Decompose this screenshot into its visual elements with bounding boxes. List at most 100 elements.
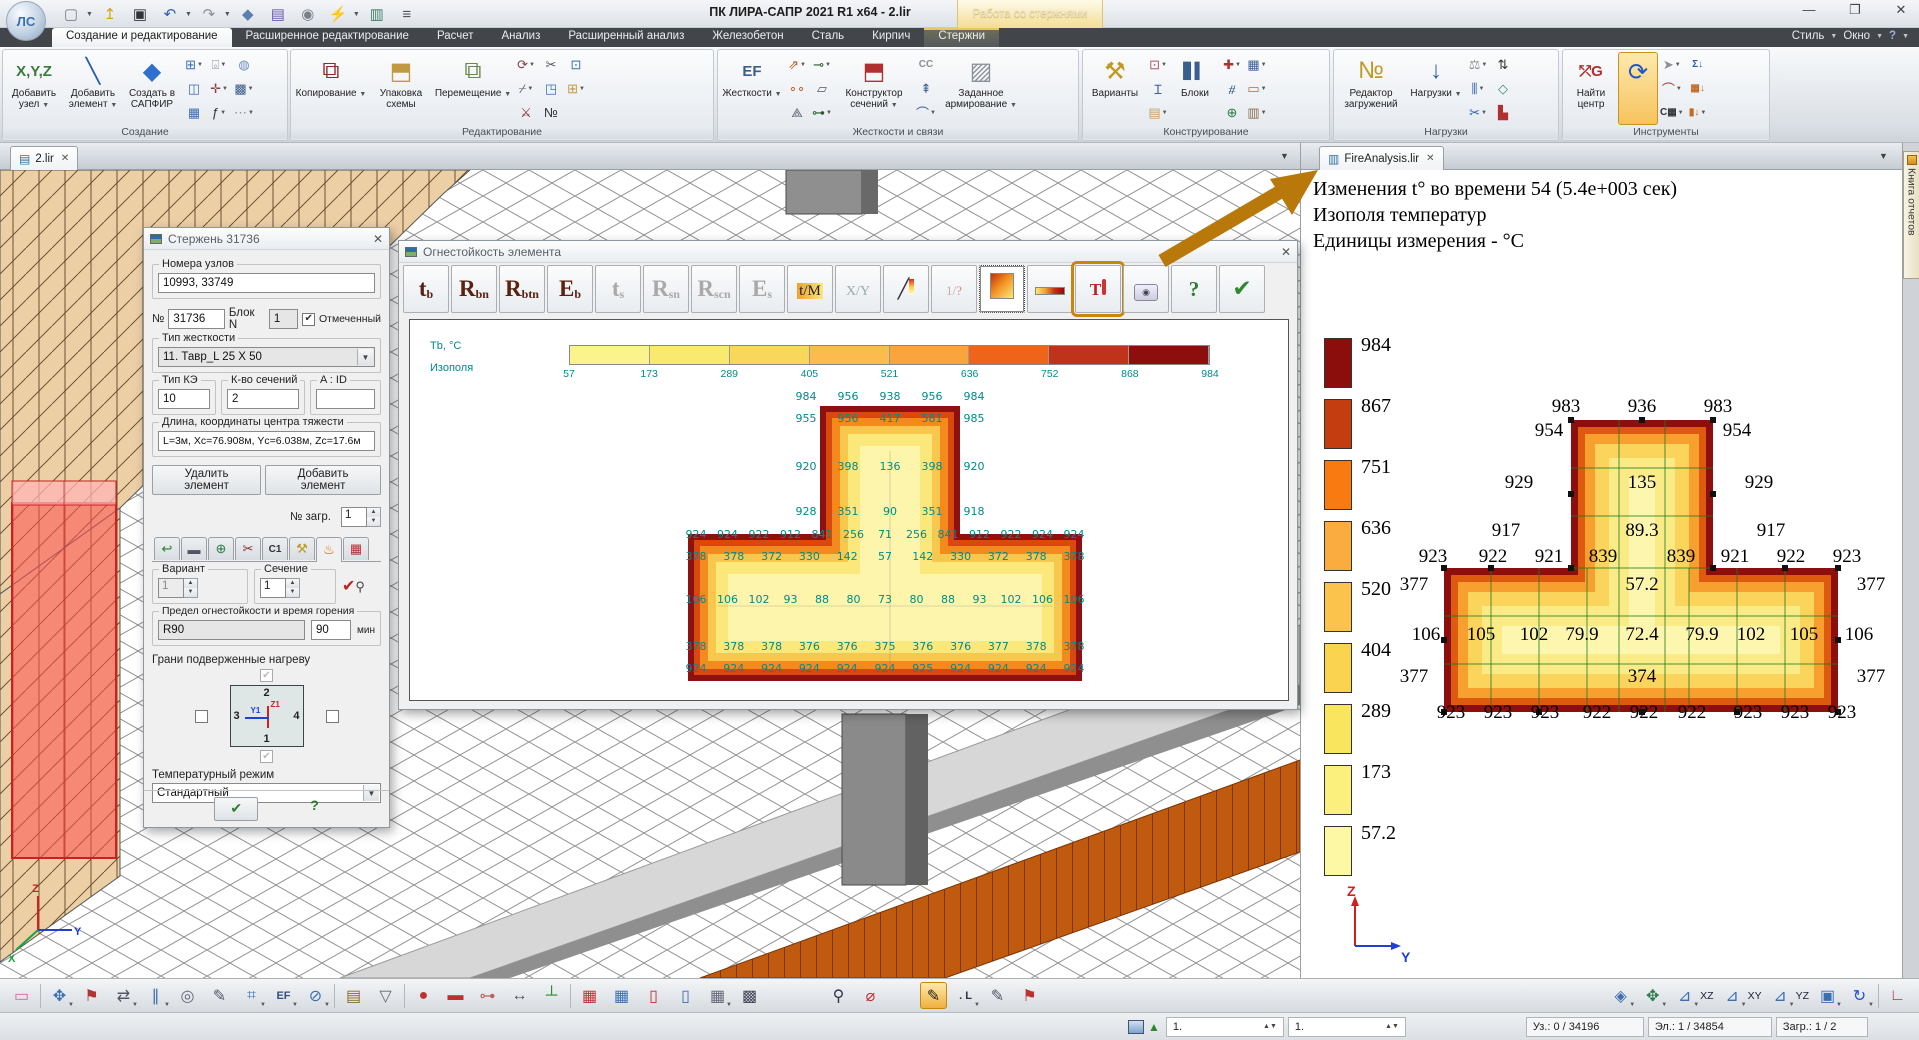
nodes-input[interactable]: 10993, 33749	[158, 273, 375, 293]
ribbon-tab-4[interactable]: Анализ	[488, 28, 555, 47]
view-pan-mode-button[interactable]: ✥▼	[1639, 982, 1666, 1009]
mirror-button[interactable]: ⌿▼	[514, 77, 538, 100]
pano-mode-button[interactable]: ⟳	[1618, 52, 1658, 125]
axes-draw-button[interactable]: ✎	[206, 982, 233, 1009]
new-file-button[interactable]: ▢	[58, 2, 84, 26]
rscn-button[interactable]: Rscn	[691, 265, 737, 313]
save-button[interactable]: ▣	[127, 2, 153, 26]
truss-generator-button[interactable]: ◫	[182, 77, 206, 100]
parallel-offset-button[interactable]: ∥▼	[142, 982, 169, 1009]
dxf-import-button[interactable]: ⋯▼	[232, 101, 256, 124]
delete-element-button[interactable]: Удалить элемент	[152, 465, 261, 495]
dock-panel-gray-button[interactable]: ▦▼	[704, 982, 731, 1009]
t-m-button[interactable]: t/M	[787, 265, 833, 313]
style-menu[interactable]: Стиль	[1792, 30, 1825, 42]
frame-generator-button[interactable]: ⊞▼	[182, 53, 206, 76]
isofields-button[interactable]	[979, 265, 1025, 313]
rotate-copy-button[interactable]: ⟳▼	[514, 53, 538, 76]
blocks-button[interactable]: ▋▍Блоки	[1171, 52, 1219, 125]
cc-unification-button[interactable]: CC	[914, 53, 938, 76]
set-reinforcement-button[interactable]: ▨Заданное армирование ▼	[939, 52, 1023, 125]
pan-move-button[interactable]: ✥▼	[46, 982, 73, 1009]
proj-xz-button[interactable]: ⊿▼	[1671, 982, 1698, 1009]
x-y-button[interactable]: X/Y	[835, 265, 881, 313]
rbtn-button[interactable]: Rbtn	[499, 265, 545, 313]
hinge-tab[interactable]: ⊕	[208, 537, 234, 560]
report-book-tab[interactable]: Книга отчетов	[1903, 151, 1919, 279]
aid-input[interactable]	[316, 389, 375, 409]
solid-generator-button[interactable]: ✛▼	[207, 77, 231, 100]
surface-fxy-generator-button[interactable]: ƒ▼	[207, 101, 231, 124]
table-const-button[interactable]: ▦▼	[1245, 53, 1269, 76]
face-bottom-checkbox[interactable]	[260, 750, 273, 763]
c-matrix-button[interactable]: C▦▼	[1659, 101, 1685, 124]
vector-tab[interactable]: ✂	[235, 537, 261, 560]
add-pen-button[interactable]: ✚▼	[1220, 53, 1244, 76]
zoom-window-button[interactable]: ⚲	[825, 982, 852, 1009]
undo-button-dropdown-icon[interactable]: ▼	[185, 11, 192, 18]
load-editor-button[interactable]: №Редактор загружений	[1336, 52, 1406, 125]
distributed-load-button[interactable]: ⫼▼	[1466, 77, 1490, 100]
cut-loads-button[interactable]: ✂▼	[1466, 101, 1490, 124]
section-stepper[interactable]: 1 ▲▼	[260, 578, 330, 598]
add-node-button[interactable]: X,Y,ZДобавить узел ▼	[5, 52, 63, 125]
fire-dialog-titlebar[interactable]: Огнестойкость элемента ✕	[399, 241, 1297, 263]
doc-tab-2lir[interactable]: ▤ 2.lir ✕	[10, 146, 78, 170]
new-file-button-dropdown-icon[interactable]: ▼	[86, 11, 93, 18]
ribbon-tab-8[interactable]: Кирпич	[858, 28, 924, 47]
hide-fragment-button[interactable]: ⊘▼	[302, 982, 329, 1009]
doc-scale-button[interactable]: ◳	[539, 77, 563, 100]
snapshot-button[interactable]: ◉	[1123, 265, 1169, 313]
zoom-cancel-button[interactable]: ⌀	[857, 982, 884, 1009]
face-left-checkbox[interactable]	[195, 710, 208, 723]
tower-generator-button[interactable]: ▦	[182, 101, 206, 124]
close-button[interactable]: ✕	[1891, 2, 1911, 18]
maximize-button[interactable]: ❐	[1845, 2, 1865, 18]
knife-button[interactable]: ⚔	[514, 101, 538, 124]
supports-button[interactable]: ⇗▼	[785, 53, 809, 76]
weight-load-button[interactable]: ⚖▼	[1466, 53, 1490, 76]
filter-button[interactable]: ▽	[372, 982, 399, 1009]
dock-panel-blue-button[interactable]: ▯	[672, 982, 699, 1009]
fire-limit-input[interactable]: R90	[158, 620, 305, 640]
marquee-select-button[interactable]: ▭	[8, 982, 35, 1009]
springs-button[interactable]: ⇞	[914, 77, 938, 100]
dock-panel-dark-button[interactable]: ▩	[736, 982, 763, 1009]
matrix-pick-button[interactable]: ▮↓▼	[1686, 101, 1710, 124]
fire-tab[interactable]: ♨	[316, 537, 342, 562]
mirror-copy-button[interactable]: ⇄▼	[110, 982, 137, 1009]
beam-dialog-close-icon[interactable]: ✕	[373, 232, 383, 246]
hinges-button[interactable]: ⊶▼	[810, 101, 834, 124]
ribbon-tab-6[interactable]: Железобетон	[698, 28, 797, 47]
plates-button[interactable]: ▱	[810, 77, 834, 100]
variant-tab[interactable]: ⚒	[289, 537, 315, 560]
isoline-button[interactable]: ╱	[883, 265, 929, 313]
quick-calc-button-dropdown-icon[interactable]: ▼	[353, 11, 360, 18]
masonry-button[interactable]: ▤▼	[1146, 101, 1170, 124]
sections-count-input[interactable]: 2	[227, 389, 299, 409]
dome-generator-button[interactable]: ◍	[232, 53, 256, 76]
es-button[interactable]: Es	[739, 265, 785, 313]
redo-button-dropdown-icon[interactable]: ▼	[224, 11, 231, 18]
snapshot-button[interactable]: ◉	[295, 2, 321, 26]
wall-const-button[interactable]: ▥▼	[1245, 101, 1269, 124]
fire-dialog-close-icon[interactable]: ✕	[1281, 245, 1291, 259]
ribbon-tab-5[interactable]: Расширенный анализ	[554, 28, 698, 47]
right-tabstrip-dropdown-icon[interactable]: ▼	[1879, 151, 1888, 161]
coord-system-button[interactable]: ∟	[1884, 982, 1911, 1009]
ribbon-tab-3[interactable]: Расчет	[423, 28, 488, 47]
load-exchange-button[interactable]: ⇅	[1491, 53, 1515, 76]
add-element-button[interactable]: Добавить элемент	[265, 465, 381, 495]
arc-support-button[interactable]: ⌒▼	[914, 101, 938, 124]
material-cube-button[interactable]: ⊡▼	[1146, 53, 1170, 76]
mark-nodes-button[interactable]: ●	[410, 982, 437, 1009]
open-file-button[interactable]: ↥	[97, 2, 123, 26]
values-button[interactable]: 1/?	[931, 265, 977, 313]
stiffness-button[interactable]: EFЖесткости ▼	[720, 52, 784, 125]
redo-button[interactable]: ↷	[196, 2, 222, 26]
marked-checkbox[interactable]	[302, 313, 315, 326]
sapfir-back-button[interactable]: ◇	[1491, 77, 1515, 100]
flag-report-button[interactable]: ⚑	[1016, 982, 1043, 1009]
load-number-stepper[interactable]: 1 ▲▼	[341, 507, 381, 527]
add-element-button[interactable]: ╲Добавить элемент ▼	[64, 52, 122, 125]
